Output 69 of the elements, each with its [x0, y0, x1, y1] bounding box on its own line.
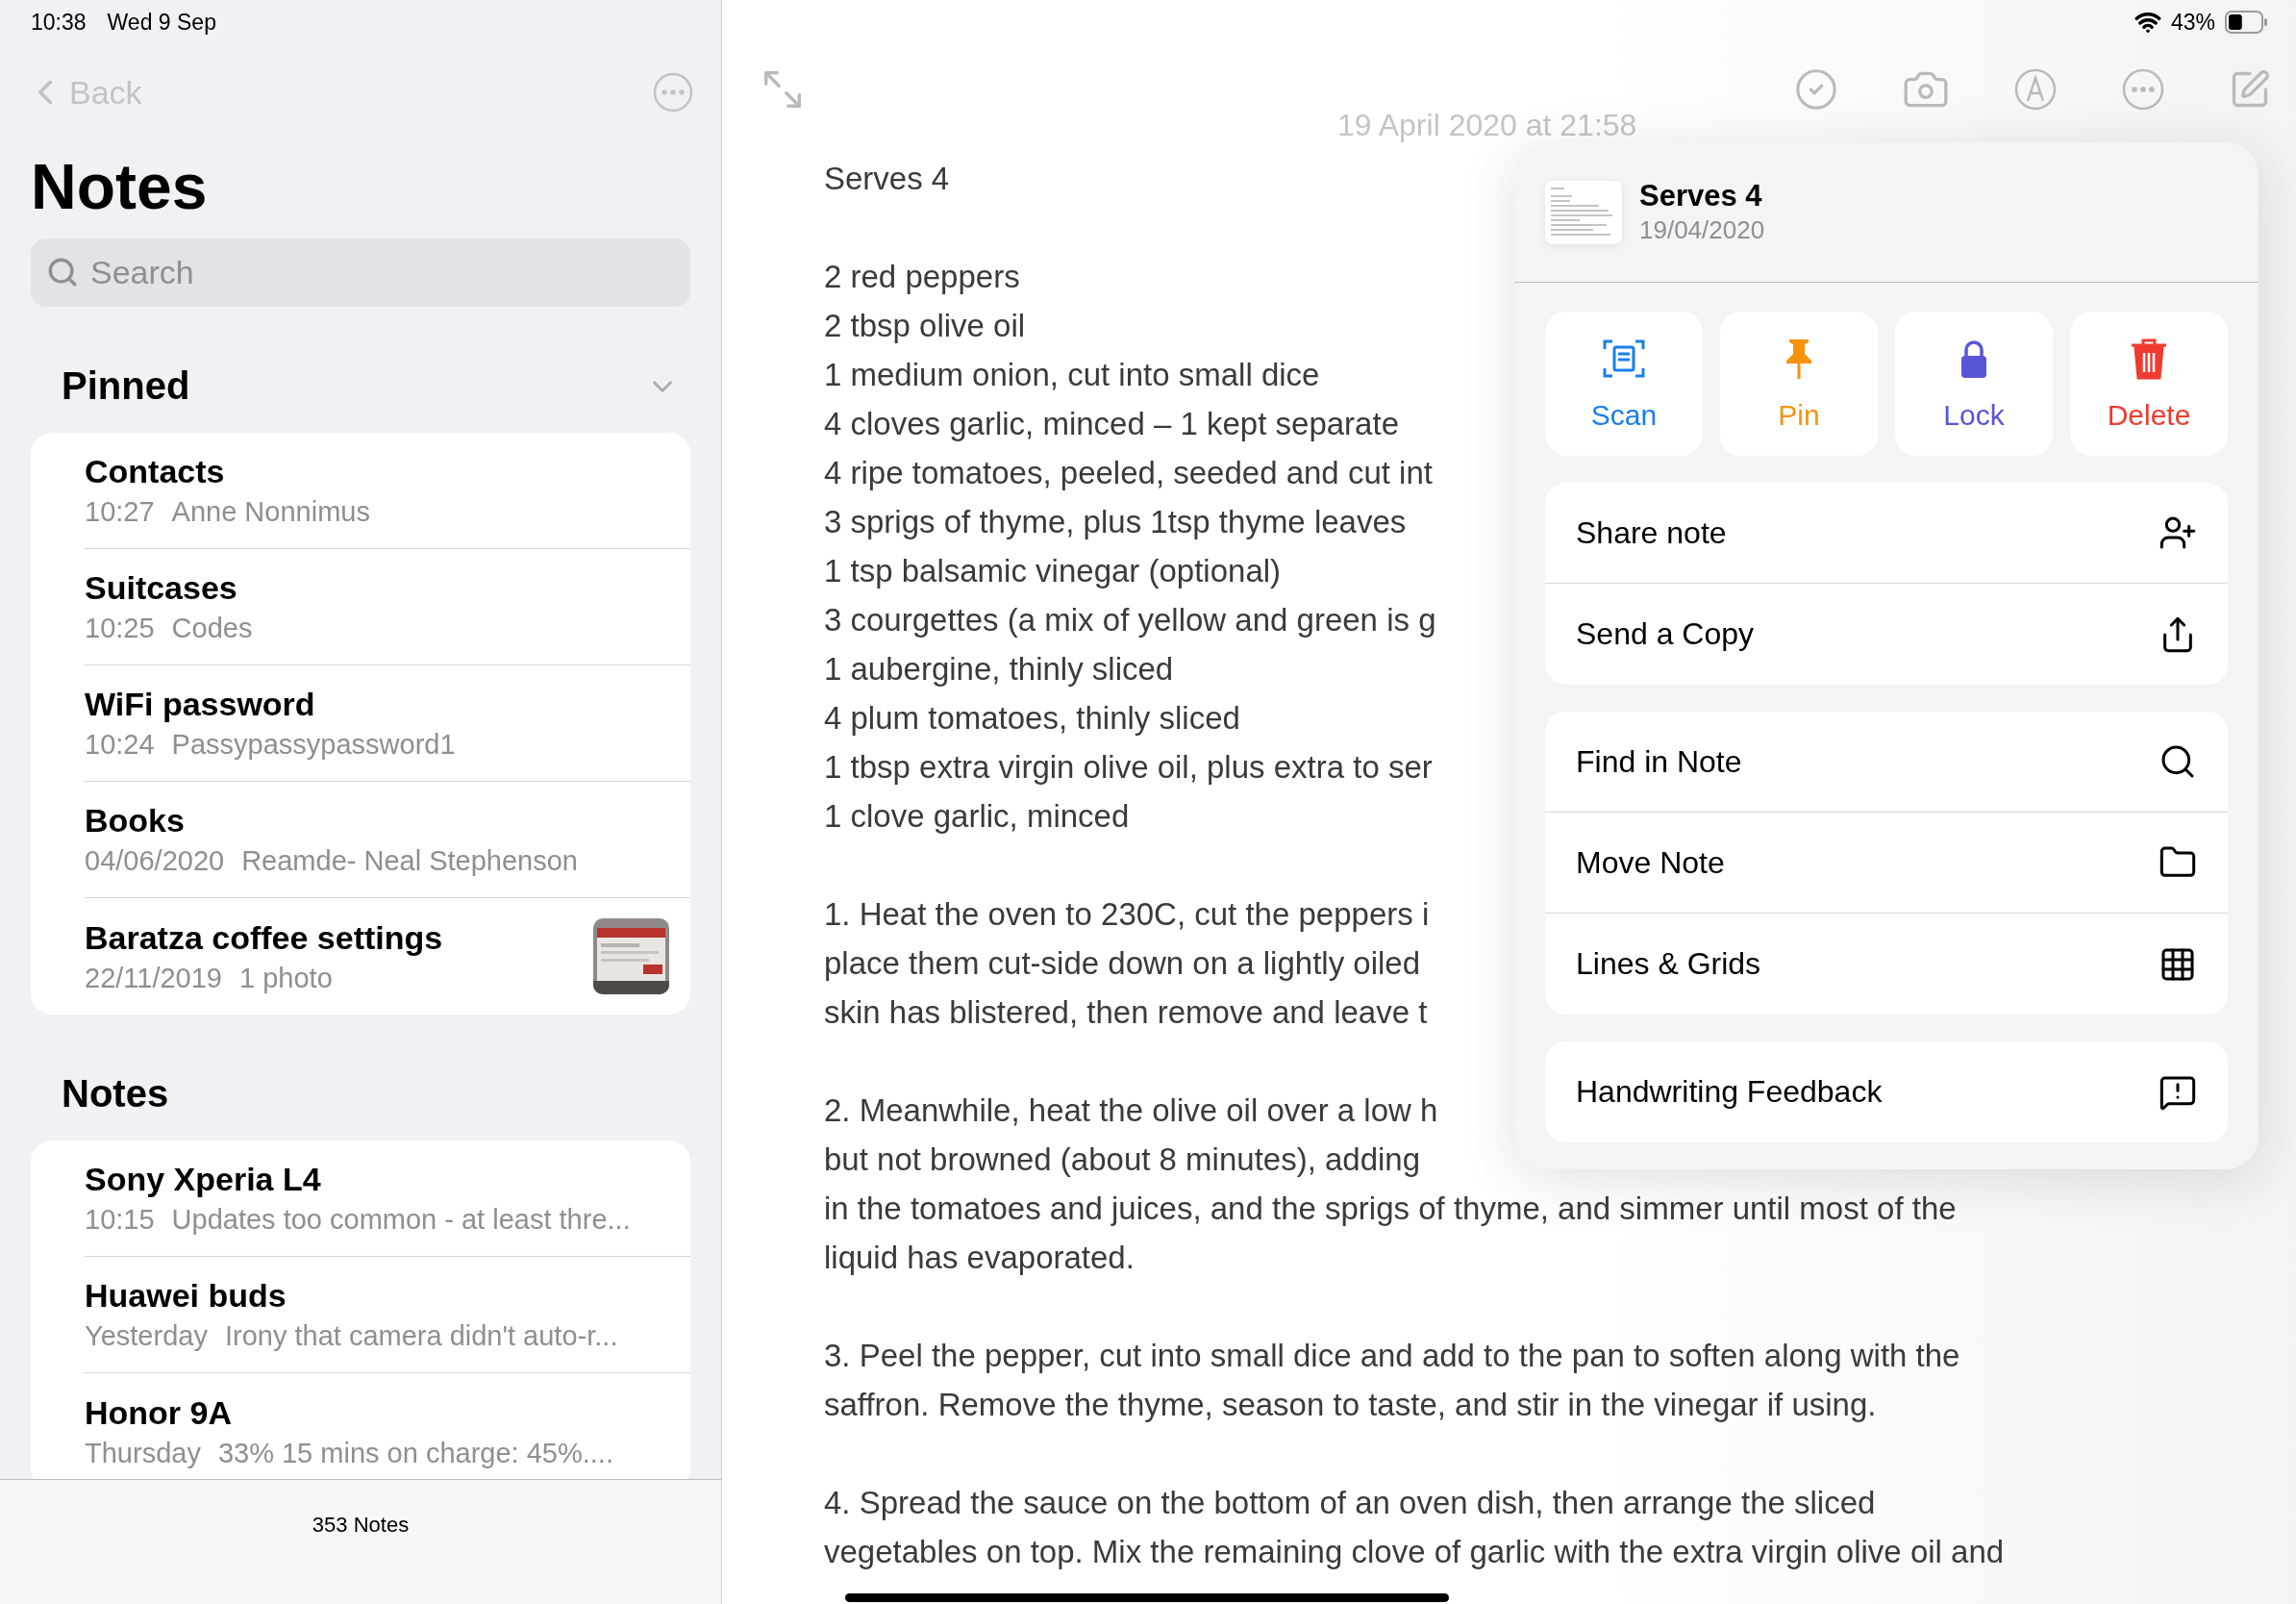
note-time: Thursday — [85, 1437, 201, 1469]
more-icon[interactable] — [2121, 67, 2165, 112]
note-title[interactable]: Honor 9A — [85, 1393, 669, 1432]
note-line: 1 medium onion, cut into small dice — [824, 356, 1320, 394]
note-time: 10:25 — [85, 613, 155, 644]
note-line: 2 red peppers — [824, 258, 1020, 296]
section-title: Pinned — [62, 364, 190, 408]
note-line: 1 aubergine, thinly sliced — [824, 650, 1174, 689]
note-line: 4. Spread the sauce on the bottom of an oven dish, then arrange the sliced — [824, 1484, 1876, 1522]
sidebar-title: Notes — [30, 150, 209, 224]
note-time: 22/11/2019 — [85, 962, 222, 994]
note-line: Serves 4 — [824, 160, 950, 198]
note-line: vegetables on top. Mix the remaining clove of garlic with the extra virgin olive oil and — [824, 1533, 2005, 1571]
note-line: 1. Heat the oven to 230C, cut the peppers i — [824, 895, 1430, 934]
status-time: 10:38 — [31, 9, 87, 36]
search-field[interactable]: Search — [31, 238, 690, 307]
note-time: Yesterday — [85, 1320, 208, 1352]
note-line: 3 courgettes (a mix of yellow and green is g — [824, 601, 1436, 639]
note-time: 10:24 — [85, 729, 155, 761]
note-title[interactable]: Contacts — [85, 453, 669, 490]
note-preview: Passypassypassword1 — [171, 729, 456, 761]
action-button[interactable]: Lock — [1895, 312, 2053, 456]
note-preview: Irony that camera didn't auto-r... — [224, 1320, 618, 1352]
note-date: 19 April 2020 at 21:58 — [1337, 108, 1637, 143]
note-title[interactable]: Sony Xperia L4 — [85, 1161, 669, 1198]
note-line: but not browned (about 8 minutes), adding — [824, 1140, 1421, 1179]
note-preview: 1 photo — [239, 962, 333, 994]
note-title[interactable]: Huawei buds — [85, 1277, 669, 1315]
home-indicator[interactable] — [845, 1593, 1449, 1602]
note-line: place them cut-side down on a lightly oiled — [824, 944, 1421, 983]
note-time: 04/06/2020 — [85, 845, 225, 877]
note-line: in the tomatoes and juices, and the sprigs of thyme, and simmer until most of the — [824, 1190, 1957, 1228]
battery-icon — [2225, 11, 2269, 34]
notes-count: 353 Notes — [312, 1513, 410, 1539]
note-preview: Codes — [171, 613, 253, 644]
note-preview: Reamde- Neal Stephenson — [241, 845, 578, 877]
more-icon[interactable] — [652, 71, 694, 113]
menu-note-title: Serves 4 — [1639, 179, 1763, 213]
note-preview: Updates too common - at least thre... — [171, 1204, 631, 1236]
note-line: skin has blistered, then remove and leave t — [824, 993, 1428, 1032]
note-line: 4 plum tomatoes, thinly sliced — [824, 699, 1240, 738]
search-icon — [46, 256, 79, 288]
note-title[interactable]: Suitcases — [85, 569, 669, 607]
note-line: 1 clove garlic, minced — [824, 797, 1130, 836]
note-line: liquid has evaporated. — [824, 1239, 1135, 1277]
battery-percent: 43% — [2170, 9, 2215, 36]
note-time: 10:15 — [85, 1204, 155, 1236]
note-line: 4 ripe tomatoes, peeled, seeded and cut int — [824, 454, 1433, 492]
note-title[interactable]: Baratza coffee settings — [85, 918, 593, 957]
action-button[interactable]: Scan — [1545, 312, 1703, 456]
menu-note-date: 19/04/2020 — [1639, 215, 1765, 245]
note-line: 3 sprigs of thyme, plus 1tsp thyme leaves — [824, 503, 1407, 541]
note-preview: 33% 15 mins on charge: 45%.... — [217, 1437, 613, 1469]
note-line: 1 tbsp extra virgin olive oil, plus extra to ser — [824, 748, 1433, 787]
note-title[interactable]: Books — [85, 802, 669, 840]
note-line: 1 tsp balsamic vinegar (optional) — [824, 552, 1282, 590]
action-button[interactable]: Delete — [2070, 312, 2228, 456]
note-title[interactable]: WiFi password — [85, 686, 669, 723]
note-line: saffron. Remove the thyme, season to taste, and stir in the vinegar if using. — [824, 1386, 1877, 1424]
checklist-icon[interactable] — [1794, 67, 1838, 112]
note-time: 10:27 — [85, 496, 155, 528]
note-line: 3. Peel the pepper, cut into small dice and add to the pan to soften along with the — [824, 1337, 1960, 1375]
note-preview: Anne Nonnimus — [171, 496, 370, 528]
status-date: Wed 9 Sep — [107, 9, 216, 36]
note-line: 4 cloves garlic, minced – 1 kept separate — [824, 405, 1399, 443]
note-line: 2. Meanwhile, heat the olive oil over a low h — [824, 1091, 1438, 1130]
section-title: Notes — [62, 1072, 169, 1115]
note-line: 2 tbsp olive oil — [824, 307, 1026, 345]
markup-icon[interactable] — [2013, 67, 2058, 112]
